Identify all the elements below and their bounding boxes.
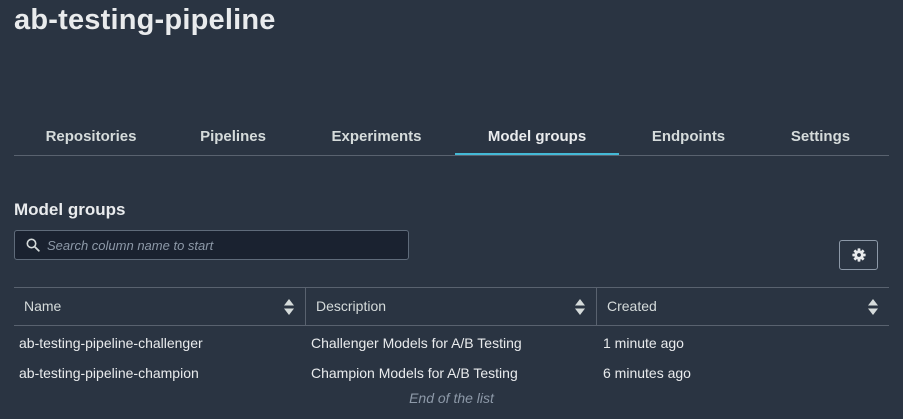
tab-repositories[interactable]: Repositories xyxy=(14,120,168,154)
table-settings-button[interactable] xyxy=(839,240,878,270)
column-header-label: Description xyxy=(316,298,387,314)
sort-icon[interactable] xyxy=(867,299,879,315)
sort-icon[interactable] xyxy=(283,299,295,315)
tab-pipelines[interactable]: Pipelines xyxy=(168,120,298,154)
table-header: Name Description Created xyxy=(14,287,889,326)
tab-model-groups[interactable]: Model groups xyxy=(455,120,619,155)
column-header-name[interactable]: Name xyxy=(14,288,305,325)
cell-description: Challenger Models for A/B Testing xyxy=(311,335,522,351)
cell-created: 1 minute ago xyxy=(603,335,684,351)
column-header-label: Name xyxy=(24,298,62,314)
cell-description: Champion Models for A/B Testing xyxy=(311,365,518,381)
search-box[interactable] xyxy=(14,230,409,260)
column-header-created[interactable]: Created xyxy=(596,288,889,325)
table-row[interactable]: ab-testing-pipeline-challenger Challenge… xyxy=(14,328,889,358)
tab-experiments[interactable]: Experiments xyxy=(298,120,455,154)
cell-name[interactable]: ab-testing-pipeline-champion xyxy=(14,358,199,388)
model-groups-table: Name Description Created ab-testing-pipe… xyxy=(14,287,889,388)
tab-settings[interactable]: Settings xyxy=(758,120,883,154)
section-title: Model groups xyxy=(14,200,126,219)
search-icon xyxy=(26,238,40,252)
gear-icon xyxy=(852,248,866,262)
column-header-label: Created xyxy=(607,298,657,314)
table-row[interactable]: ab-testing-pipeline-champion Champion Mo… xyxy=(14,358,889,388)
cell-created: 6 minutes ago xyxy=(603,365,691,381)
tab-endpoints[interactable]: Endpoints xyxy=(619,120,758,154)
cell-name[interactable]: ab-testing-pipeline-challenger xyxy=(14,328,203,358)
column-header-description[interactable]: Description xyxy=(305,288,596,325)
end-of-list-text: End of the list xyxy=(409,390,494,406)
tab-bar: Repositories Pipelines Experiments Model… xyxy=(14,120,889,156)
search-input[interactable] xyxy=(47,231,402,259)
page-title: ab-testing-pipeline xyxy=(14,4,276,36)
sort-icon[interactable] xyxy=(574,299,586,315)
